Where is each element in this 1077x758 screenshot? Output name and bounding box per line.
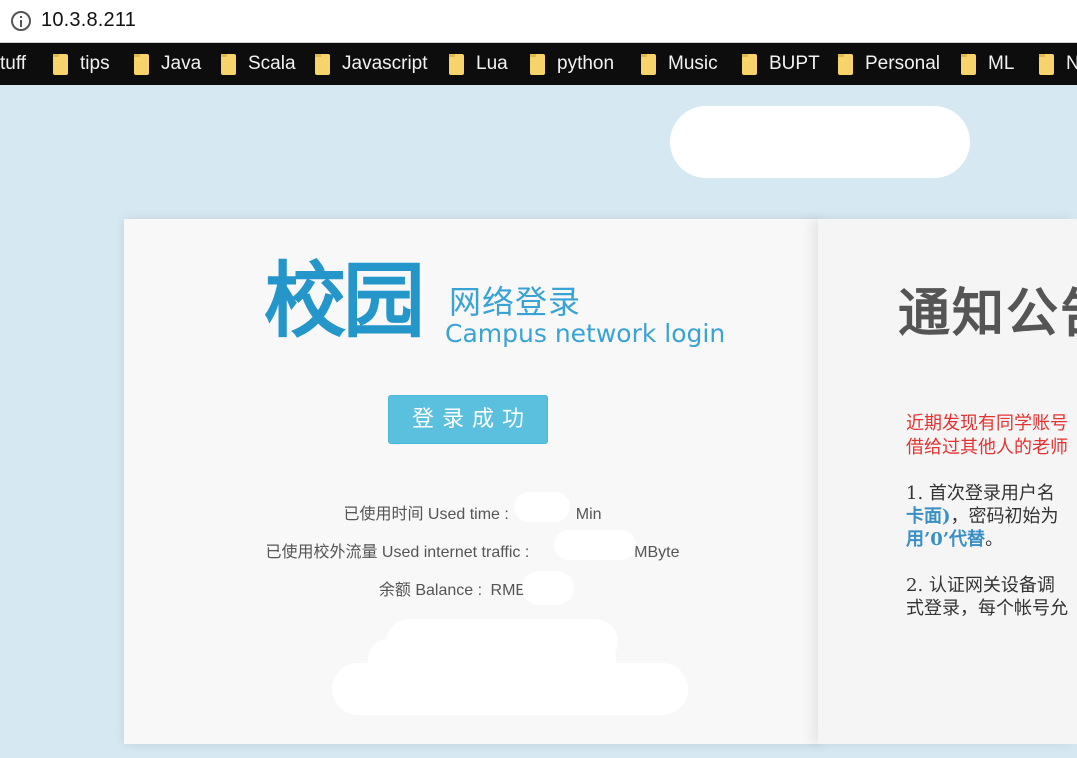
logo-english: Campus network login bbox=[445, 319, 726, 348]
logo-subtitle: 网络登录 bbox=[449, 283, 582, 321]
notice-text-span: ，密码初始为 bbox=[950, 506, 1059, 527]
bookmark-item[interactable]: Javascript bbox=[315, 43, 428, 85]
balance-value: RMB bbox=[490, 582, 527, 599]
redaction-mark bbox=[670, 106, 970, 178]
redaction-mark bbox=[554, 530, 636, 560]
redaction-mark bbox=[332, 663, 688, 715]
bookmark-label: N bbox=[1066, 53, 1077, 74]
bookmark-item[interactable]: tips bbox=[53, 43, 110, 85]
login-success-button[interactable]: 登录成功 bbox=[388, 395, 548, 444]
bookmark-label: tuff bbox=[0, 53, 27, 74]
folder-icon bbox=[530, 53, 545, 75]
notice-title: 通知公告 bbox=[898, 284, 1077, 344]
used-time-label: 已使用时间 Used time : bbox=[343, 506, 509, 523]
folder-icon bbox=[449, 53, 464, 75]
folder-icon bbox=[134, 53, 149, 75]
bookmark-label: Scala bbox=[248, 53, 296, 74]
notice-item-line: 式登录，每个帐号允 bbox=[906, 598, 1068, 619]
bookmark-item[interactable]: N bbox=[1039, 43, 1077, 85]
redaction-mark bbox=[522, 571, 574, 605]
balance-label: 余额 Balance : bbox=[378, 582, 483, 599]
login-status-card: 校园 网络登录 Campus network login 登录成功 已使用时间 … bbox=[124, 219, 821, 744]
notice-card: 通知公告 近期发现有同学账号 借给过其他人的老师 1. 首次登录用户名 卡面)，… bbox=[818, 219, 1077, 744]
folder-icon bbox=[53, 53, 68, 75]
bookmark-label: Music bbox=[668, 53, 718, 74]
used-time-row: 已使用时间 Used time : Min bbox=[124, 500, 821, 524]
bookmark-label: Personal bbox=[865, 53, 940, 74]
traffic-unit: MByte bbox=[634, 544, 680, 561]
bookmarks-bar: tuff tips Java Scala Javascript Lua pyth… bbox=[0, 43, 1077, 85]
folder-icon bbox=[838, 53, 853, 75]
bookmark-item[interactable]: Scala bbox=[221, 43, 296, 85]
folder-icon bbox=[961, 53, 976, 75]
traffic-row: 已使用校外流量 Used internet traffic : MByte bbox=[124, 538, 821, 562]
bookmark-item[interactable]: tuff bbox=[0, 43, 26, 85]
info-icon[interactable] bbox=[11, 11, 31, 31]
bookmark-item[interactable]: Personal bbox=[838, 43, 940, 85]
balance-row: 余额 Balance : RMB bbox=[124, 576, 821, 600]
bookmark-label: ML bbox=[988, 53, 1015, 74]
redaction-mark bbox=[514, 492, 570, 522]
address-bar[interactable]: 10.3.8.211 bbox=[0, 0, 1077, 43]
bookmark-item[interactable]: BUPT bbox=[742, 43, 820, 85]
url-text[interactable]: 10.3.8.211 bbox=[41, 9, 136, 32]
notice-warning-line: 近期发现有同学账号 bbox=[906, 413, 1068, 434]
notice-item-line: 用’0’代替。 bbox=[906, 525, 1003, 551]
bookmark-item[interactable]: ML bbox=[961, 43, 1014, 85]
used-time-unit: Min bbox=[575, 506, 602, 523]
bookmark-label: Javascript bbox=[342, 53, 428, 74]
traffic-label: 已使用校外流量 Used internet traffic : bbox=[265, 544, 530, 561]
bookmark-label: BUPT bbox=[769, 53, 820, 74]
bookmark-label: tips bbox=[80, 53, 110, 74]
notice-warning-line: 借给过其他人的老师 bbox=[906, 437, 1068, 458]
notice-text-span: 。 bbox=[985, 529, 1004, 550]
bookmark-item[interactable]: Music bbox=[641, 43, 718, 85]
notice-highlight: 卡面) bbox=[906, 506, 951, 527]
bookmark-item[interactable]: Java bbox=[134, 43, 201, 85]
bookmark-label: Java bbox=[161, 53, 202, 74]
logo-mark: 校园 bbox=[264, 254, 425, 349]
folder-icon bbox=[742, 53, 757, 75]
bookmark-label: Lua bbox=[476, 53, 508, 74]
bookmark-label: python bbox=[557, 53, 615, 74]
folder-icon bbox=[221, 53, 236, 75]
bookmark-item[interactable]: Lua bbox=[449, 43, 508, 85]
bookmark-item[interactable]: python bbox=[530, 43, 614, 85]
folder-icon bbox=[315, 53, 330, 75]
notice-highlight: 用’0’代替 bbox=[906, 529, 986, 550]
folder-icon bbox=[641, 53, 656, 75]
folder-icon bbox=[1039, 53, 1054, 75]
